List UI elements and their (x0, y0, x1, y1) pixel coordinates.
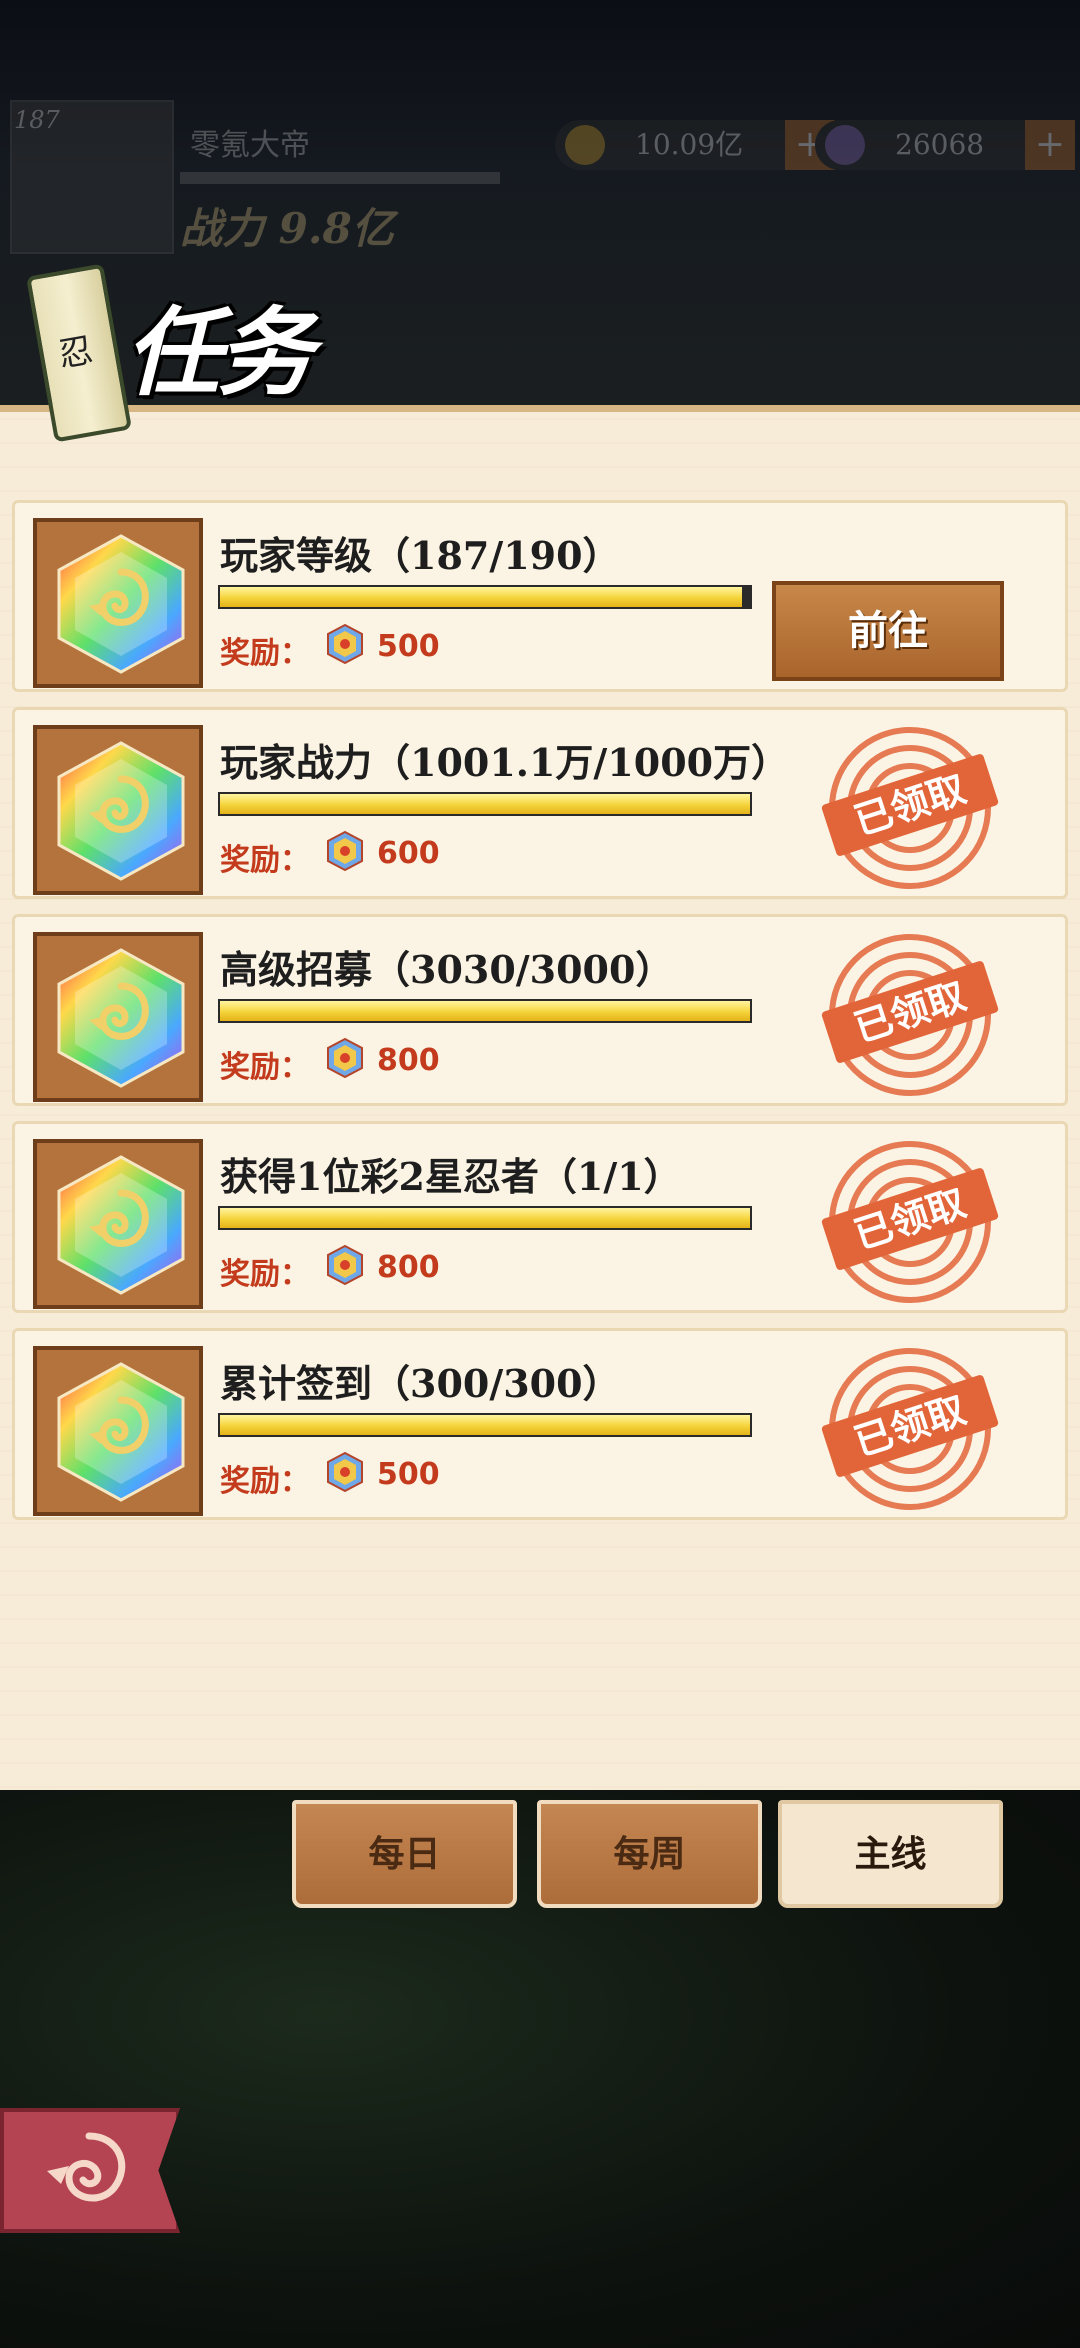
player-hud: 187 零氪大帝 战力 9.8亿 10.09亿 + 26068 + (0, 100, 1080, 290)
rainbow-leaf-gem-icon (33, 725, 203, 895)
player-power: 战力 9.8亿 (180, 204, 394, 253)
reward-gem-icon (325, 1037, 365, 1083)
task-row: 高级招募（3030/3000） 奖励： 800 已领取 (12, 914, 1068, 1106)
tab-weekly[interactable]: 每周 (537, 1800, 762, 1908)
task-row: 玩家战力（1001.1万/1000万） 奖励： 600 已领取 (12, 707, 1068, 899)
task-row: 累计签到（300/300） 奖励： 500 已领取 (12, 1328, 1068, 1520)
coin-value: 10.09亿 (635, 128, 744, 161)
task-name: 玩家战力（1001.1万/1000万） (220, 740, 790, 785)
rainbow-leaf-gem-icon (33, 932, 203, 1102)
task-progress-fill (220, 794, 750, 814)
task-row: 获得1位彩2星忍者（1/1） 奖励： 800 已领取 (12, 1121, 1068, 1313)
reward-label: 奖励： (220, 1050, 310, 1085)
tab-main-label: 主线 (854, 1833, 927, 1875)
rainbow-leaf-gem-icon (33, 518, 203, 688)
rainbow-leaf-gem-icon (33, 1346, 203, 1516)
leaf-swirl-back-icon (47, 2132, 126, 2202)
task-progress-bar (218, 1206, 752, 1230)
tab-daily-label: 每日 (368, 1833, 441, 1875)
task-progress-bar (218, 1413, 752, 1437)
reward-label: 奖励： (220, 843, 310, 878)
task-progress-fill (220, 1415, 750, 1435)
task-progress-fill (220, 1001, 750, 1021)
coin-counter: 10.09亿 + (555, 120, 835, 170)
player-name: 零氪大帝 (190, 128, 310, 163)
task-name: 累计签到（300/300） (220, 1361, 621, 1406)
reward-gem-icon (325, 623, 365, 669)
exp-bar (180, 172, 500, 184)
tab-main[interactable]: 主线 (778, 1800, 1003, 1908)
claimed-stamp: 已领取 (815, 1134, 1005, 1309)
reward-gem-icon (325, 1451, 365, 1497)
coin-icon (565, 125, 605, 165)
task-row: 玩家等级（187/190） 奖励： 500 前往 (12, 500, 1068, 692)
reward-gem-icon (325, 1244, 365, 1290)
task-progress-fill (220, 587, 743, 607)
reward-label: 奖励： (220, 636, 310, 671)
task-name: 获得1位彩2星忍者（1/1） (220, 1154, 682, 1199)
reward-value: 500 (377, 1457, 440, 1492)
rainbow-leaf-gem-icon (33, 1139, 203, 1309)
gem-icon (825, 125, 865, 165)
add-gems-button[interactable]: + (1025, 120, 1075, 170)
reward-value: 800 (377, 1043, 440, 1078)
task-name: 玩家等级（187/190） (220, 533, 621, 578)
claimed-stamp: 已领取 (815, 720, 1005, 895)
go-button[interactable]: 前往 (772, 581, 1004, 681)
claimed-stamp: 已领取 (815, 1341, 1005, 1516)
task-progress-fill (220, 1208, 750, 1228)
task-progress-bar (218, 792, 752, 816)
panel-title: 忍 任务 (20, 263, 320, 443)
gem-value: 26068 (895, 128, 985, 161)
reward-gem-icon (325, 830, 365, 876)
back-button[interactable] (0, 2108, 180, 2233)
task-progress-bar (218, 585, 752, 609)
reward-value: 500 (377, 629, 440, 664)
tab-weekly-label: 每周 (613, 1833, 686, 1875)
title-text: 任务 (125, 296, 313, 409)
tab-daily[interactable]: 每日 (292, 1800, 517, 1908)
reward-label: 奖励： (220, 1464, 310, 1499)
claimed-stamp: 已领取 (815, 927, 1005, 1102)
reward-value: 600 (377, 836, 440, 871)
reward-label: 奖励： (220, 1257, 310, 1292)
task-progress-bar (218, 999, 752, 1023)
task-name: 高级招募（3030/3000） (220, 947, 674, 992)
player-level: 187 (14, 106, 60, 134)
reward-value: 800 (377, 1250, 440, 1285)
gem-counter: 26068 + (815, 120, 1075, 170)
